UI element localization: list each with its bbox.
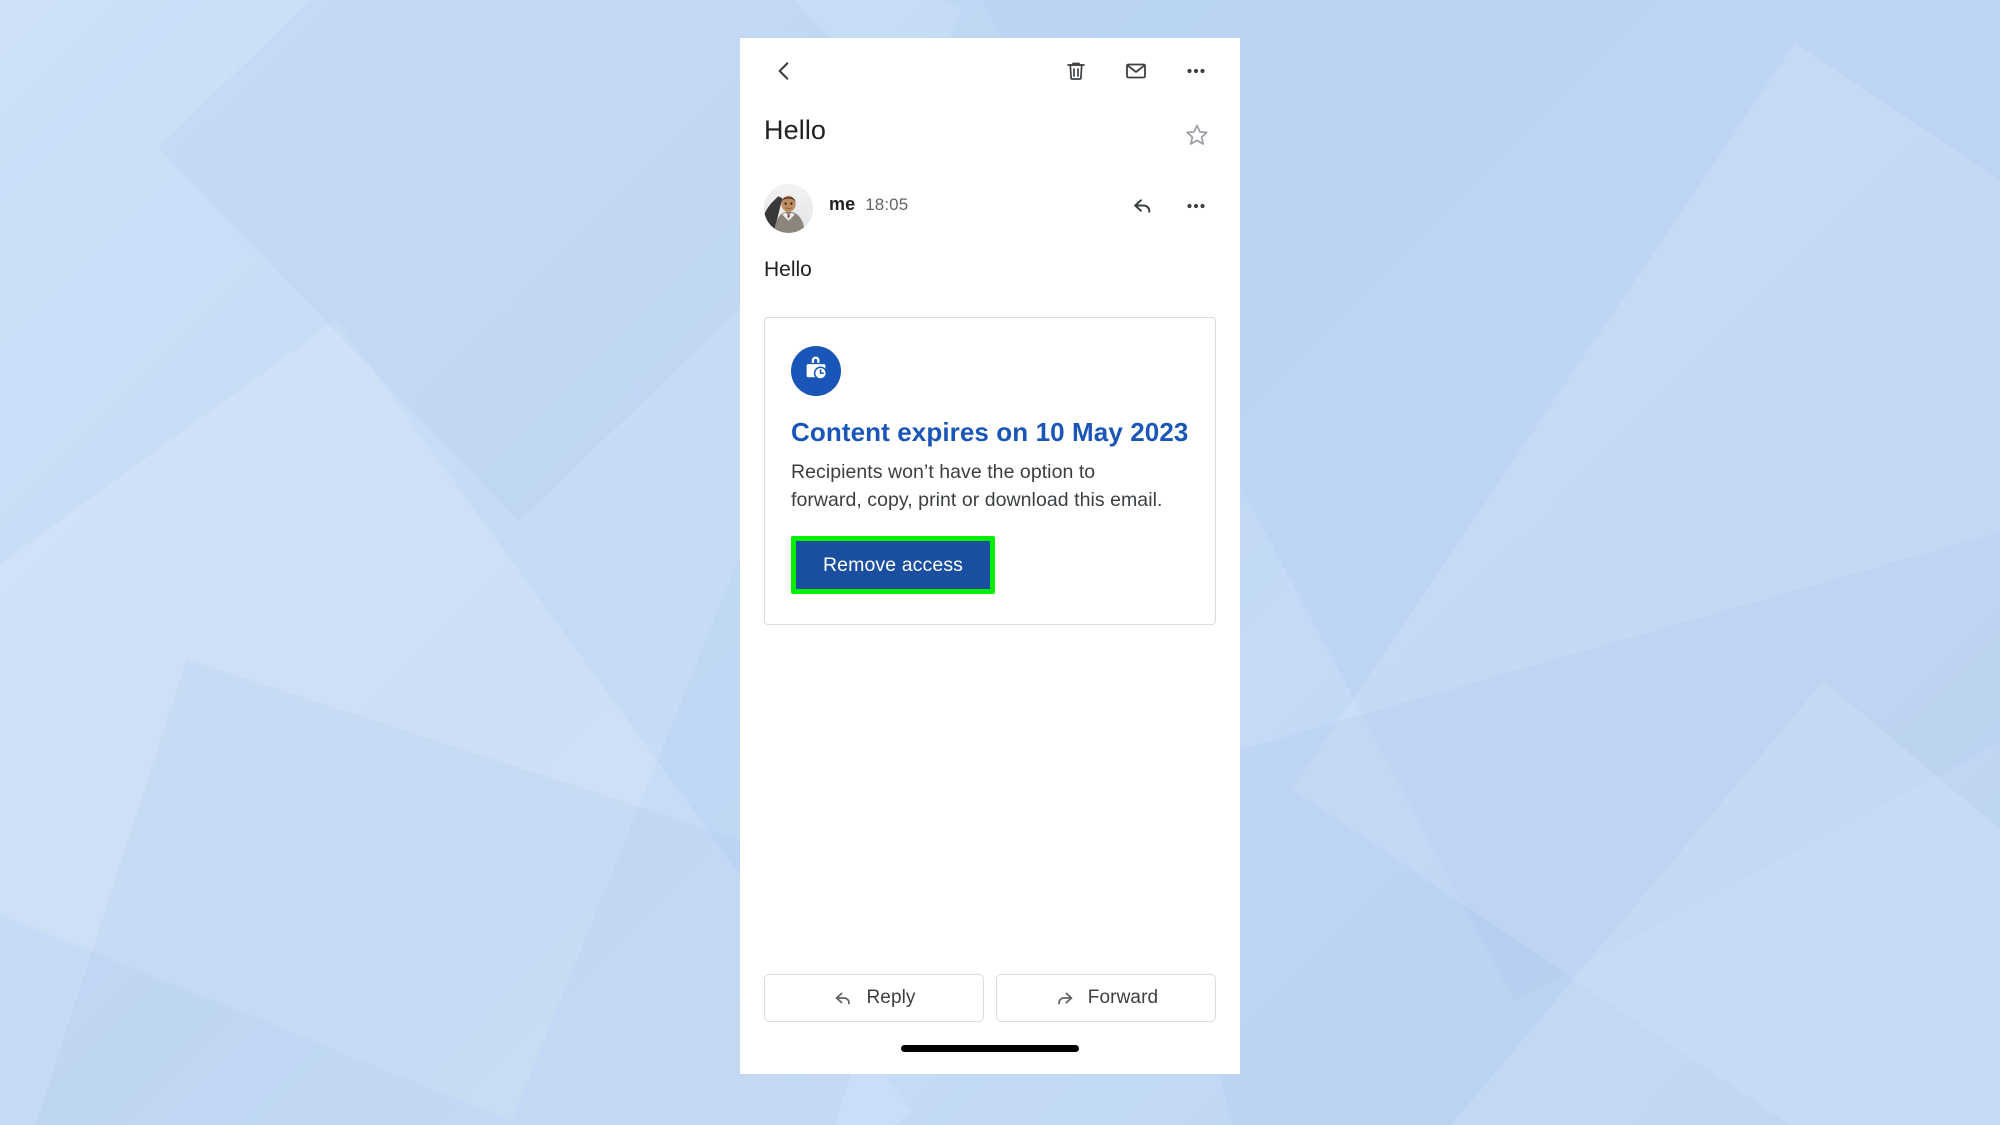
chevron-left-icon xyxy=(771,58,797,84)
phone-screen: Hello me 18:05 Hello Content expires on … xyxy=(740,38,1240,1074)
delete-button[interactable] xyxy=(1054,49,1098,93)
home-indicator-area xyxy=(740,1022,1240,1074)
star-button[interactable] xyxy=(1176,116,1218,158)
reply-arrow-icon xyxy=(832,987,854,1009)
email-toolbar xyxy=(740,38,1240,104)
reply-button[interactable]: Reply xyxy=(764,974,984,1022)
lock-clock-icon xyxy=(801,354,831,389)
more-horizontal-icon xyxy=(1184,194,1208,223)
trash-icon xyxy=(1064,59,1088,83)
avatar-photo xyxy=(764,184,813,233)
mark-unread-button[interactable] xyxy=(1114,49,1158,93)
confidential-description: Recipients won’t have the option to forw… xyxy=(791,461,1163,511)
forward-button[interactable]: Forward xyxy=(996,974,1216,1022)
reply-arrow-icon xyxy=(1130,193,1155,223)
more-horizontal-icon xyxy=(1184,59,1208,83)
forward-arrow-icon xyxy=(1054,987,1076,1009)
sender-name: me xyxy=(829,194,856,214)
confidential-title: Content expires on 10 May 2023 xyxy=(791,417,1189,447)
message-header: me 18:05 xyxy=(740,158,1240,233)
sender-meta: me 18:05 xyxy=(813,184,1120,215)
remove-access-button[interactable]: Remove access xyxy=(796,541,991,589)
confidential-mode-card: Content expires on 10 May 2023 Recipient… xyxy=(764,317,1216,625)
message-body: Hello xyxy=(764,258,812,281)
lock-clock-icon-badge xyxy=(791,346,841,396)
page-title: Hello xyxy=(764,115,827,145)
home-indicator[interactable] xyxy=(901,1044,1079,1052)
avatar[interactable] xyxy=(764,184,813,233)
forward-button-label: Forward xyxy=(1087,987,1159,1008)
message-reply-button[interactable] xyxy=(1120,186,1164,230)
star-outline-icon xyxy=(1184,122,1210,153)
message-more-options-button[interactable] xyxy=(1174,186,1218,230)
message-actions-bar: Reply Forward xyxy=(740,974,1240,1022)
reply-button-label: Reply xyxy=(866,987,916,1008)
remove-access-highlight: Remove access xyxy=(791,536,996,594)
back-button[interactable] xyxy=(762,49,806,93)
message-timestamp: 18:05 xyxy=(865,195,909,214)
envelope-icon xyxy=(1124,59,1148,83)
subject-row: Hello xyxy=(740,104,1240,158)
more-options-button[interactable] xyxy=(1174,49,1218,93)
